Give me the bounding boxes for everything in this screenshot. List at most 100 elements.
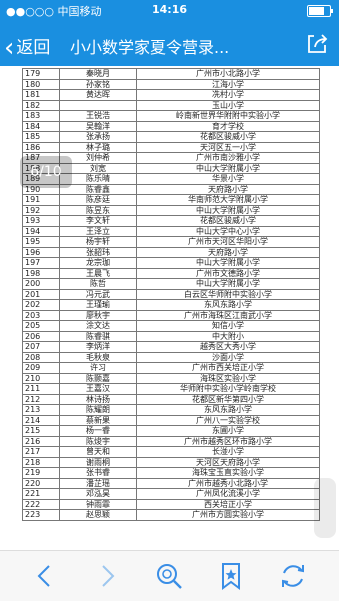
school-name: 花都区新华第四小学 [136, 393, 320, 405]
student-name: 杨一睿 [59, 425, 137, 437]
row-number: 192 [22, 204, 60, 216]
row-number: 183 [22, 110, 60, 122]
student-name: 陈彦廷 [59, 194, 137, 206]
row-number: 191 [22, 194, 60, 206]
row-number: 194 [22, 225, 60, 237]
student-name: 曾天和 [59, 446, 137, 458]
student-name: 李炳洋 [59, 341, 137, 353]
student-name [59, 99, 137, 111]
student-name: 王泽立 [59, 225, 137, 237]
row-number: 205 [22, 320, 60, 332]
table-row: 186 林子璐 天河区五一小学 [22, 141, 320, 153]
school-name: 沙面小学 [136, 351, 320, 363]
table-row: 180 孙家铭 江海小学 [22, 78, 320, 90]
table-row: 201 冯元武 白云区华师附中实验小学 [22, 288, 320, 300]
share-icon[interactable] [305, 31, 329, 55]
student-name: 陈耀朗 [59, 404, 137, 416]
school-name: 西关培正小学 [136, 498, 320, 510]
student-name: 赵思颖 [59, 509, 137, 521]
table-row: 197 龙宗珈 中山大学附属小学 [22, 257, 320, 269]
row-number: 196 [22, 246, 60, 258]
clock: 14:16 [151, 3, 187, 16]
arrow-right-icon[interactable] [92, 561, 122, 591]
school-name: 海珠宝玉直实验小学 [136, 467, 320, 479]
student-name: 廖秋宇 [59, 309, 137, 321]
student-name: 陈焌宇 [59, 435, 137, 447]
row-number: 185 [22, 131, 60, 143]
document-view[interactable]: 179 秦晓月 广州市小北路小学 180 孙家铭 江海小学 181 黄达晖 冼村小学 182 玉山小… [0, 66, 339, 550]
student-name: 林子璐 [59, 141, 137, 153]
school-name: 越秀区大秀小学 [136, 341, 320, 353]
table-row: 185 张承扬 花都区骏威小学 [22, 131, 320, 143]
student-name: 秦晓月 [59, 68, 137, 80]
student-name: 林诗扬 [59, 393, 137, 405]
row-number: 181 [22, 89, 60, 101]
school-name: 中山大学附属小学 [136, 162, 320, 174]
school-name: 广州八一实验学校 [136, 414, 320, 426]
school-name: 华南师范大学附属小学 [136, 194, 320, 206]
school-name: 白云区华师附中实验小学 [136, 288, 320, 300]
school-name: 天府路小学 [136, 183, 320, 195]
school-name: 冼村小学 [136, 89, 320, 101]
student-name: 陈哲 [59, 278, 137, 290]
table-row: 206 陈睿骐 中大附小 [22, 330, 320, 342]
row-number: 201 [22, 288, 60, 300]
scroll-handle[interactable] [314, 478, 336, 538]
table-row: 207 李炳洋 越秀区大秀小学 [22, 341, 320, 353]
student-name: 冯元武 [59, 288, 137, 300]
school-name: 中山大学附属小学 [136, 278, 320, 290]
student-name: 王瑾瑜 [59, 299, 137, 311]
school-name: 华师附中实验小学岭南学校 [136, 383, 320, 395]
student-name: 王晨飞 [59, 267, 137, 279]
school-name: 广州凤化流溪小学 [136, 488, 320, 500]
row-number: 206 [22, 330, 60, 342]
row-number: 193 [22, 215, 60, 227]
row-number: 195 [22, 236, 60, 248]
table-row: 223 赵思颖 广州市方圆实验小学 [22, 509, 320, 521]
school-name: 中山大学中心小学 [136, 225, 320, 237]
student-name: 陈睿骐 [59, 330, 137, 342]
table-row: 194 王泽立 中山大学中心小学 [22, 225, 320, 237]
student-name: 王嘉汉 [59, 383, 137, 395]
table-row: 211 王嘉汉 华师附中实验小学岭南学校 [22, 383, 320, 395]
search-icon[interactable] [154, 561, 184, 591]
student-table: 179 秦晓月 广州市小北路小学 180 孙家铭 江海小学 181 黄达晖 冼村小学 182 玉山小… [22, 68, 320, 521]
bookmark-icon[interactable] [216, 561, 246, 591]
school-name: 中山大学附属小学 [136, 204, 320, 216]
school-name: 广州市文德路小学 [136, 267, 320, 279]
student-name: 吴翰洋 [59, 120, 137, 132]
row-number: 180 [22, 78, 60, 90]
student-name: 谢雨桐 [59, 456, 137, 468]
school-name: 岭南新世界华附附中实验小学 [136, 110, 320, 122]
school-name: 广州市小北路小学 [136, 68, 320, 80]
back-label: 返回 [16, 38, 51, 58]
row-number: 222 [22, 498, 60, 510]
row-number: 212 [22, 393, 60, 405]
back-button[interactable]: ‹ 返回 [4, 30, 51, 63]
table-row: 205 涂文达 知信小学 [22, 320, 320, 332]
school-name: 江海小学 [136, 78, 320, 90]
bottom-toolbar [0, 550, 339, 601]
school-name: 中大附小 [136, 330, 320, 342]
school-name: 东风东路小学 [136, 299, 320, 311]
row-number: 217 [22, 446, 60, 458]
school-name: 华景小学 [136, 173, 320, 185]
table-row: 220 潘芷瑶 广州市越秀小北路小学 [22, 477, 320, 489]
student-name: 杨宇轩 [59, 236, 137, 248]
table-row: 215 杨一睿 东圃小学 [22, 425, 320, 437]
school-name: 花都区骏威小学 [136, 215, 320, 227]
arrow-left-icon[interactable] [30, 561, 60, 591]
table-row: 196 张韶玮 天府路小学 [22, 246, 320, 258]
page-title: 小小数学家夏令营录... [70, 38, 230, 57]
school-name: 广州市越秀小北路小学 [136, 477, 320, 489]
row-number: 202 [22, 299, 60, 311]
student-name: 蔡新果 [59, 414, 137, 426]
student-name: 邓泓昊 [59, 488, 137, 500]
school-name: 育才学校 [136, 120, 320, 132]
page-indicator: 6/10 [20, 156, 72, 188]
table-row: 191 陈彦廷 华南师范大学附属小学 [22, 194, 320, 206]
row-number: 220 [22, 477, 60, 489]
table-row: 210 陈颢嘉 海珠区实验小学 [22, 372, 320, 384]
student-name: 陈颢嘉 [59, 372, 137, 384]
refresh-icon[interactable] [278, 561, 308, 591]
